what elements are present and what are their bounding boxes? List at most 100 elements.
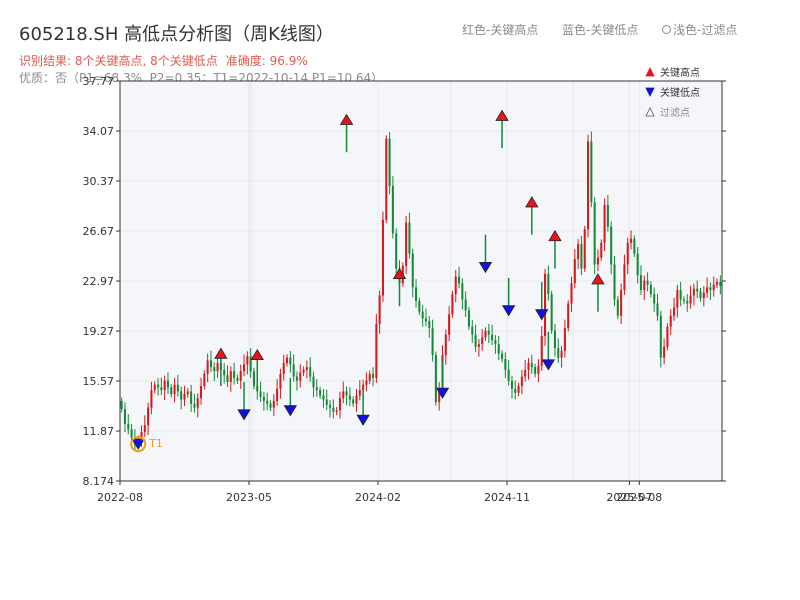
candle-body [471,326,474,335]
candle-body [630,238,633,243]
y-tick-label: 22.97 [83,275,115,288]
candle-body [570,283,573,304]
candle-body [266,400,269,404]
candle-body [702,292,705,299]
candle-body [173,384,176,395]
candle-body [252,371,255,387]
candle-body [596,257,599,265]
candle-body [517,386,520,393]
x-tick-label: 2024-11 [484,491,530,504]
candle-body [170,387,173,395]
candle-body [639,275,642,291]
candle-body [448,314,451,335]
candle-body [246,356,249,365]
candle-body [692,288,695,296]
candle-body [606,204,609,227]
candle-body [282,363,285,374]
candle-body [491,334,494,341]
candle-body [666,326,669,347]
candlestick-chart: 8.174 11.87 15.57 19.27 22.97 26.67 30.37 34.07… [83,66,726,504]
candle-body [216,363,219,372]
candle-body [262,396,265,401]
candle-body [286,357,289,364]
candle-body [196,398,199,408]
y-tick-label: 37.77 [83,75,115,88]
candle-body [372,373,375,378]
y-tick-label: 8.174 [83,475,115,488]
candle-body [636,253,639,276]
candle-body [620,290,623,316]
candle-body [603,204,606,243]
x-tick-label: 2023-05 [226,491,272,504]
candle-body [335,410,338,412]
t1-label: T1 [148,437,163,450]
candle-body [557,348,560,358]
candle-body [563,327,566,351]
y-tick-label: 34.07 [83,125,115,138]
candle-body [325,399,328,405]
candle-body [381,219,384,296]
candle-body [236,377,239,381]
candle-body [309,367,312,377]
candle-body [388,138,391,187]
candle-body [203,373,206,387]
candle-body [553,330,556,349]
candle-body [507,369,510,381]
candle-body [332,407,335,412]
candle-body [229,371,232,382]
candle-body [524,369,527,377]
candle-body [391,186,394,234]
candle-body [696,288,699,292]
candle-body [428,321,431,328]
candle-body [587,141,590,230]
candle-body [477,344,480,347]
candle-body [547,273,550,295]
candle-body [501,353,504,360]
candle-body [530,363,533,368]
candle-body [226,375,229,382]
candle-body [305,367,308,370]
candle-body [405,222,408,266]
y-tick-label: 30.37 [83,175,115,188]
candle-body [424,318,427,322]
candle-body [689,295,692,304]
candle-body [411,253,414,288]
candle-body [223,369,226,376]
candle-body [249,356,252,372]
candle-body [157,384,160,388]
candle-body [322,395,325,400]
candle-body [431,327,434,355]
candle-body [484,330,487,338]
candle-body [193,403,196,408]
candle-body [166,380,169,388]
candle-body [709,287,712,291]
candle-body [646,280,649,285]
candle-body [514,388,517,393]
candle-body [421,311,424,319]
x-tick-label: 2022-08 [97,491,143,504]
candle-body [593,202,596,265]
candle-body [375,323,378,378]
candle-body [186,391,189,395]
candle-body [395,233,398,269]
candle-body [467,310,470,327]
candle-body [239,371,242,381]
candle-body [719,281,722,287]
candle-body [276,388,279,401]
candle-body [669,315,672,327]
candle-body [233,371,236,378]
candle-body [163,380,166,391]
candle-body [352,399,355,404]
candle-body [464,299,467,311]
candle-body [259,391,262,397]
y-tick-label: 11.87 [83,425,115,438]
candle-body [454,276,457,295]
candle-body [474,334,477,347]
candle-body [494,340,497,345]
candle-body [706,287,709,293]
candle-body [653,294,656,304]
candle-body [623,264,626,291]
candle-body [682,299,685,301]
y-tick-label: 19.27 [83,325,115,338]
candle-body [550,294,553,331]
